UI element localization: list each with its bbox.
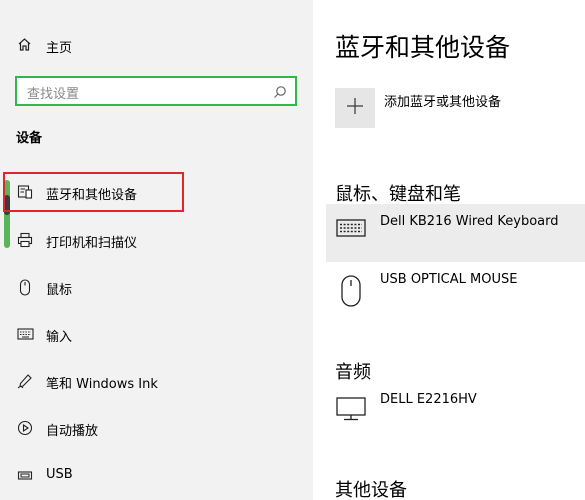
home-link[interactable]: 主页 xyxy=(17,36,72,56)
mouse-icon xyxy=(16,278,34,296)
group-title-audio: 音频 xyxy=(335,362,371,383)
sidebar-item-label: 打印机和扫描仪 xyxy=(46,236,138,251)
keyboard-icon xyxy=(16,325,34,343)
home-label: 主页 xyxy=(46,40,73,56)
sidebar-item-mouse[interactable]: 鼠标 xyxy=(0,267,313,307)
page-title: 蓝牙和其他设备 xyxy=(335,33,511,62)
search-input[interactable]: 查找设置 xyxy=(15,76,297,106)
device-name: DELL E2216HV xyxy=(380,392,477,407)
sidebar-item-label: USB xyxy=(46,467,73,482)
autoplay-icon xyxy=(16,419,34,437)
section-title: 设备 xyxy=(16,131,43,146)
home-icon xyxy=(17,37,32,56)
mouse-icon xyxy=(340,274,362,312)
search-icon[interactable] xyxy=(273,84,287,103)
sidebar: 主页 查找设置 设备 蓝牙和其他设备 打印机和扫描仪 鼠标 输入 笔和 Wind… xyxy=(0,0,313,500)
device-item-keyboard[interactable]: Dell KB216 Wired Keyboard xyxy=(326,204,585,262)
device-name: Dell KB216 Wired Keyboard xyxy=(380,214,559,229)
device-item-monitor[interactable]: DELL E2216HV xyxy=(326,382,585,440)
pen-icon xyxy=(16,372,34,390)
search-placeholder: 查找设置 xyxy=(27,87,80,102)
group-title-input-devices: 鼠标、键盘和笔 xyxy=(335,184,461,205)
sidebar-item-autoplay[interactable]: 自动播放 xyxy=(0,408,313,448)
sidebar-item-label: 输入 xyxy=(46,330,73,345)
sidebar-item-pen[interactable]: 笔和 Windows Ink xyxy=(0,361,313,401)
sidebar-item-label: 鼠标 xyxy=(46,283,73,298)
group-title-other-devices: 其他设备 xyxy=(335,480,407,500)
sidebar-item-printers[interactable]: 打印机和扫描仪 xyxy=(0,220,313,260)
sidebar-item-usb[interactable]: USB xyxy=(0,455,313,495)
monitor-icon xyxy=(336,396,366,426)
keyboard-icon xyxy=(336,218,366,242)
sidebar-item-typing[interactable]: 输入 xyxy=(0,314,313,354)
selected-item-outline xyxy=(3,172,184,212)
sidebar-item-label: 笔和 Windows Ink xyxy=(46,377,158,392)
sidebar-item-label: 自动播放 xyxy=(46,424,99,439)
device-name: USB OPTICAL MOUSE xyxy=(380,272,518,287)
usb-icon xyxy=(16,466,34,484)
add-device-button[interactable] xyxy=(335,88,375,128)
add-device-label[interactable]: 添加蓝牙或其他设备 xyxy=(384,91,501,110)
printer-icon xyxy=(16,231,34,249)
device-item-mouse[interactable]: USB OPTICAL MOUSE xyxy=(326,262,585,320)
plus-icon xyxy=(346,97,364,119)
